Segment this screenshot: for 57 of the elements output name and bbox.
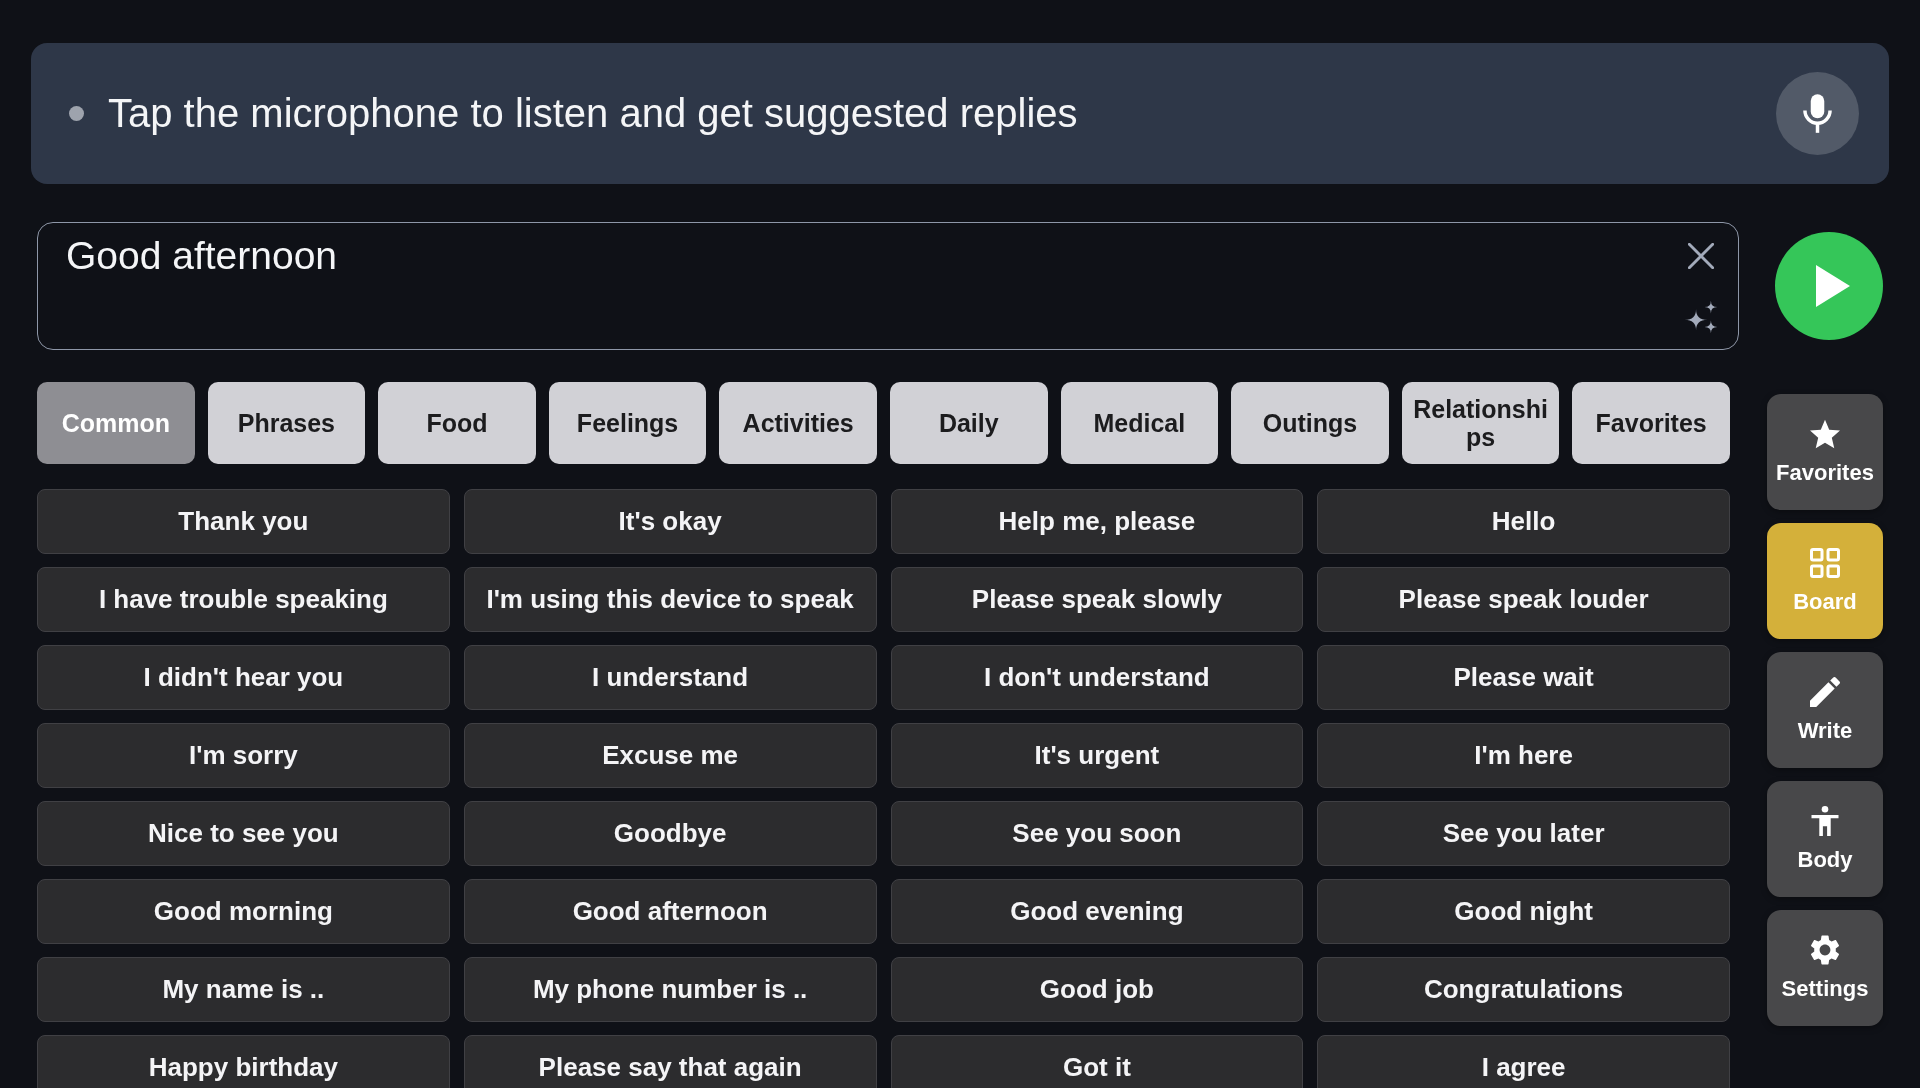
phrase-button[interactable]: Good job bbox=[890, 957, 1304, 1022]
phrase-button[interactable]: Please wait bbox=[1317, 645, 1730, 710]
phrase-button[interactable]: I'm using this device to speak bbox=[463, 567, 877, 632]
phrase-button[interactable]: Happy birthday bbox=[37, 1035, 450, 1088]
sidebar-button[interactable]: Body bbox=[1767, 781, 1883, 897]
phrase-button[interactable]: It's okay bbox=[463, 489, 877, 554]
category-tab[interactable]: Outings bbox=[1231, 382, 1389, 464]
phrase-button[interactable]: I understand bbox=[463, 645, 877, 710]
person-icon bbox=[1810, 805, 1840, 836]
phrase-button[interactable]: I don't understand bbox=[890, 645, 1304, 710]
category-tab[interactable]: Phrases bbox=[207, 382, 366, 464]
message-field[interactable]: Good afternoon bbox=[37, 222, 1739, 350]
category-tab[interactable]: Favorites bbox=[1572, 382, 1730, 464]
settings-icon bbox=[1810, 934, 1840, 965]
message-text: Good afternoon bbox=[66, 233, 338, 279]
phrase-button[interactable]: Nice to see you bbox=[37, 801, 450, 866]
phrase-button[interactable]: I'm sorry bbox=[37, 723, 450, 788]
phrase-button[interactable]: Thank you bbox=[37, 489, 450, 554]
phrase-button[interactable]: Excuse me bbox=[463, 723, 877, 788]
phrase-button[interactable]: Good morning bbox=[37, 879, 450, 944]
phrase-button[interactable]: Good afternoon bbox=[463, 879, 877, 944]
close-icon[interactable] bbox=[1688, 243, 1714, 269]
phrase-button[interactable]: Hello bbox=[1317, 489, 1730, 554]
play-icon bbox=[1816, 265, 1850, 307]
category-tab[interactable]: Activities bbox=[719, 382, 877, 464]
category-tab[interactable]: Medical bbox=[1060, 382, 1219, 464]
phrase-button[interactable]: Got it bbox=[890, 1035, 1304, 1088]
category-tab[interactable]: Daily bbox=[889, 382, 1048, 464]
phrase-button[interactable]: Please speak slowly bbox=[890, 567, 1304, 632]
pencil-icon bbox=[1810, 676, 1840, 707]
phrase-button[interactable]: Good night bbox=[1317, 879, 1730, 944]
phrase-button[interactable]: Congratulations bbox=[1317, 957, 1730, 1022]
phrase-button[interactable]: I agree bbox=[1317, 1035, 1730, 1088]
status-dot-icon bbox=[69, 106, 84, 121]
microphone-icon bbox=[1803, 94, 1832, 133]
star-icon bbox=[1810, 418, 1840, 449]
grid-icon bbox=[1810, 547, 1840, 578]
category-tab[interactable]: Food bbox=[378, 382, 536, 464]
phrase-button[interactable]: Please say that again bbox=[463, 1035, 877, 1088]
phrase-button[interactable]: I have trouble speaking bbox=[37, 567, 450, 632]
sidebar-button[interactable]: Settings bbox=[1767, 910, 1883, 1026]
listen-hint: Tap the microphone to listen and get suggested replies bbox=[108, 91, 1078, 136]
sidebar-button[interactable]: Favorites bbox=[1767, 394, 1883, 510]
phrase-button[interactable]: Goodbye bbox=[463, 801, 877, 866]
phrase-button[interactable]: My name is .. bbox=[37, 957, 450, 1022]
category-tab[interactable]: Feelings bbox=[548, 382, 707, 464]
phrase-button[interactable]: See you soon bbox=[890, 801, 1304, 866]
phrase-button[interactable]: It's urgent bbox=[890, 723, 1304, 788]
sidebar-button[interactable]: Write bbox=[1767, 652, 1883, 768]
phrase-button[interactable]: See you later bbox=[1317, 801, 1730, 866]
phrase-button[interactable]: Good evening bbox=[890, 879, 1304, 944]
phrase-button[interactable]: I didn't hear you bbox=[37, 645, 450, 710]
phrase-button[interactable]: Help me, please bbox=[890, 489, 1304, 554]
phrase-button[interactable]: My phone number is .. bbox=[463, 957, 877, 1022]
phrase-button[interactable]: Please speak louder bbox=[1317, 567, 1730, 632]
phrase-button[interactable]: I'm here bbox=[1317, 723, 1730, 788]
category-tab[interactable]: Relationships bbox=[1401, 382, 1560, 464]
